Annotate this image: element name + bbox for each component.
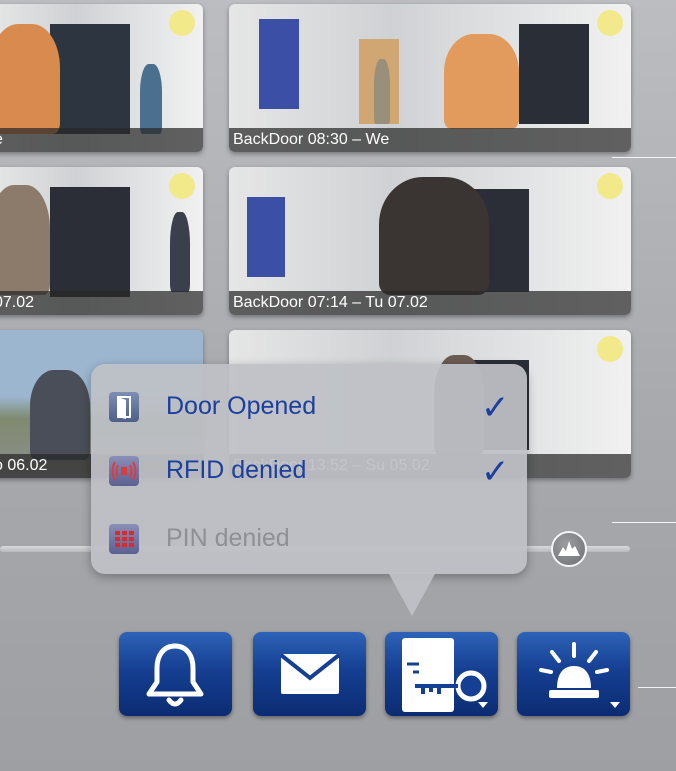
- thumbnail-caption: 07.02: [0, 291, 203, 315]
- sun-marker: [597, 10, 623, 36]
- alarm-button[interactable]: [517, 632, 630, 716]
- sun-marker: [597, 173, 623, 199]
- chevron-down-icon: [610, 702, 620, 708]
- event-filter-popup: Door Opened ✓ RFID denied ✓ PIN denied: [91, 364, 527, 574]
- sun-marker: [597, 336, 623, 362]
- thumbnail-caption: BackDoor 07:14 – Tu 07.02: [229, 291, 631, 315]
- thumbnail-caption: BackDoor 08:30 – We: [229, 128, 631, 152]
- filter-option-pin-denied[interactable]: PIN denied: [109, 520, 509, 560]
- popup-pointer: [388, 572, 436, 616]
- chevron-down-icon: [478, 702, 488, 708]
- event-thumbnail[interactable]: BackDoor 08:30 – We: [229, 4, 631, 152]
- door-access-button[interactable]: [385, 632, 498, 716]
- event-thumbnail[interactable]: e: [0, 4, 203, 152]
- bell-button[interactable]: [119, 632, 232, 716]
- waveform-icon: [558, 541, 580, 556]
- sun-marker: [169, 10, 195, 36]
- checkmark-icon: ✓: [481, 388, 510, 428]
- envelope-icon: [279, 653, 341, 694]
- filter-option-label: Door Opened: [166, 392, 317, 420]
- keypad-icon: [109, 524, 139, 554]
- bell-icon: [146, 643, 204, 707]
- message-button[interactable]: [253, 632, 366, 716]
- rfid-icon: [109, 456, 139, 486]
- filter-option-rfid-denied[interactable]: RFID denied ✓: [109, 452, 510, 492]
- filter-option-label: PIN denied: [166, 524, 290, 552]
- sun-marker: [169, 173, 195, 199]
- callout-line: [638, 687, 676, 688]
- timeline-slider-knob[interactable]: [551, 531, 587, 567]
- filter-option-door-opened[interactable]: Door Opened ✓: [109, 388, 510, 428]
- filter-option-label: RFID denied: [166, 456, 307, 484]
- thumbnail-caption: e: [0, 128, 203, 152]
- callout-line: [612, 522, 676, 523]
- checkmark-icon: ✓: [481, 452, 510, 492]
- event-thumbnail[interactable]: BackDoor 07:14 – Tu 07.02: [229, 167, 631, 315]
- door-icon: [109, 392, 139, 422]
- callout-line: [612, 157, 676, 158]
- event-thumbnail[interactable]: 07.02: [0, 167, 203, 315]
